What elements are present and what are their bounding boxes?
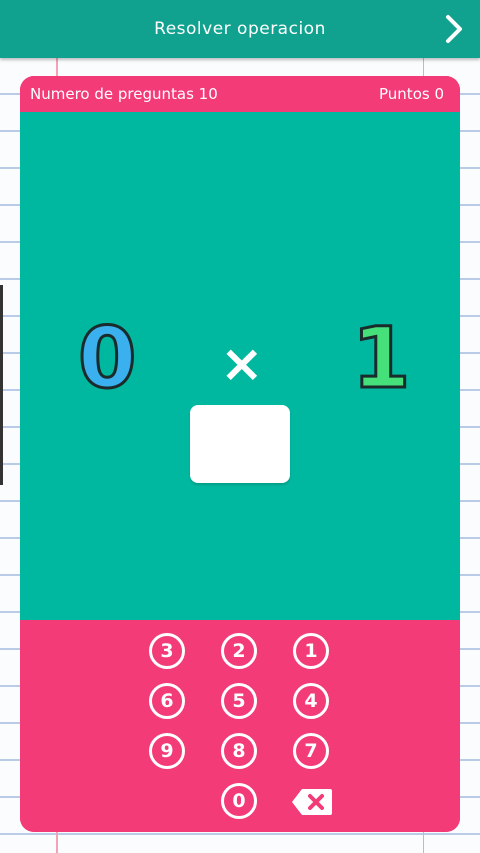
delete-button[interactable] (290, 787, 334, 817)
key-1[interactable]: 1 (293, 633, 329, 669)
key-7[interactable]: 7 (293, 733, 329, 769)
quiz-card: Numero de preguntas 10 Puntos 0 0 × 1 3 … (20, 76, 460, 832)
backspace-icon (292, 789, 332, 815)
operator-symbol: × (220, 334, 264, 394)
key-3[interactable]: 3 (149, 633, 185, 669)
key-9[interactable]: 9 (149, 733, 185, 769)
key-2[interactable]: 2 (221, 633, 257, 669)
left-operand: 0 (76, 309, 137, 407)
answer-box[interactable] (190, 405, 290, 483)
questions-count: Numero de preguntas 10 (30, 85, 218, 103)
next-button[interactable] (438, 11, 470, 47)
problem-board: 0 × 1 (20, 112, 460, 620)
screen-title: Resolver operacion (154, 19, 326, 39)
key-5[interactable]: 5 (221, 683, 257, 719)
screen-edge-mark (0, 285, 3, 485)
right-operand: 1 (350, 309, 411, 407)
number-keypad: 3 2 1 6 5 4 9 8 7 0 (20, 620, 460, 832)
points-count: Puntos 0 (379, 85, 444, 103)
key-6[interactable]: 6 (149, 683, 185, 719)
chevron-right-icon (446, 15, 462, 43)
key-8[interactable]: 8 (221, 733, 257, 769)
key-0[interactable]: 0 (221, 783, 257, 819)
key-4[interactable]: 4 (293, 683, 329, 719)
stats-bar: Numero de preguntas 10 Puntos 0 (20, 76, 460, 112)
top-bar: Resolver operacion (0, 0, 480, 58)
